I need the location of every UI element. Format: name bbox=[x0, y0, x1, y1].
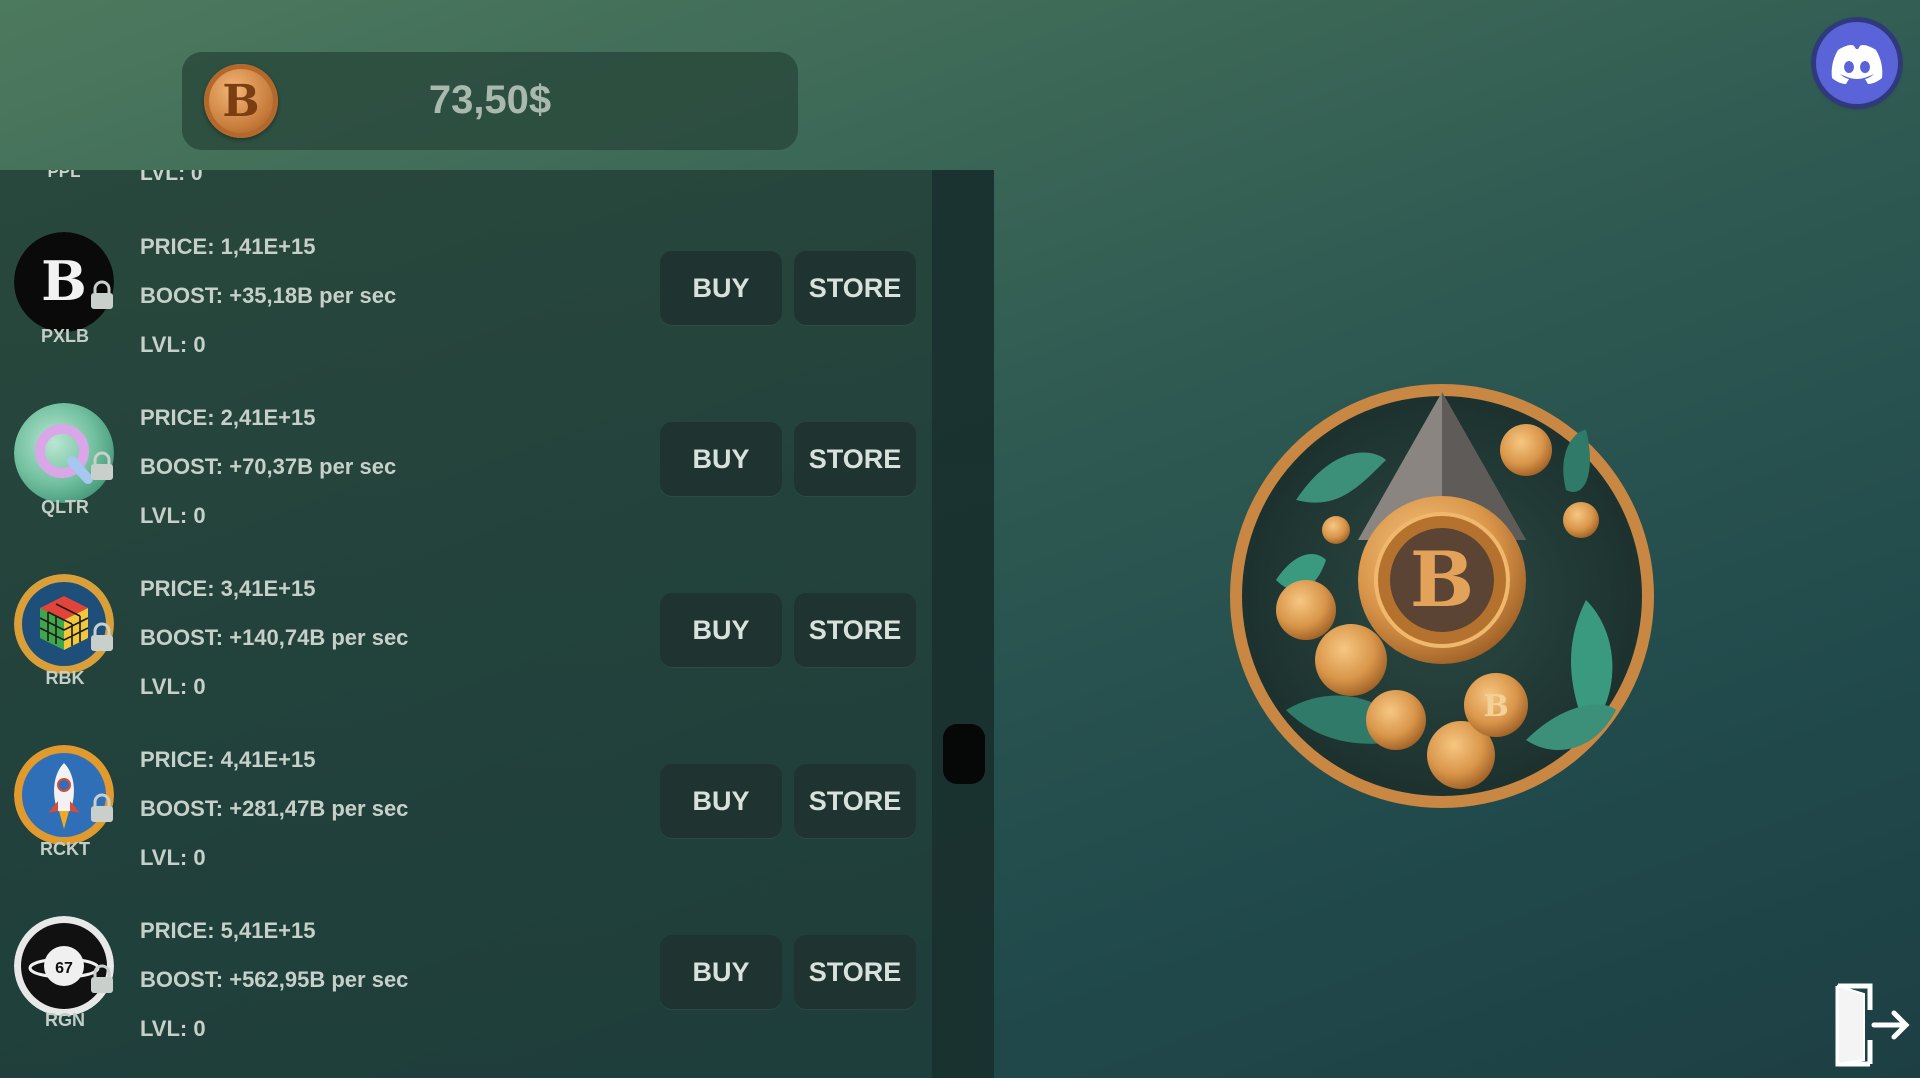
buy-button[interactable]: BUY bbox=[660, 764, 782, 838]
item-boost: BOOST: +562,95B per sec bbox=[140, 967, 409, 992]
store-button[interactable]: STORE bbox=[794, 764, 916, 838]
item-ticker: PPL bbox=[47, 170, 81, 181]
lock-icon bbox=[91, 622, 113, 651]
item-ticker: RCKT bbox=[40, 839, 90, 859]
item-price: PRICE: 5,41E+15 bbox=[140, 918, 316, 943]
item-level: LVL: 0 bbox=[140, 845, 206, 870]
svg-text:67: 67 bbox=[55, 960, 73, 977]
buy-button[interactable]: BUY bbox=[660, 593, 782, 667]
item-ticker: RGN bbox=[45, 1010, 85, 1030]
shop-scrollbar-thumb[interactable] bbox=[943, 724, 985, 784]
item-boost: BOOST: +35,18B per sec bbox=[140, 283, 397, 308]
svg-text:B: B bbox=[41, 249, 87, 313]
lock-icon bbox=[91, 793, 113, 822]
buy-button[interactable]: BUY bbox=[660, 935, 782, 1009]
lock-icon bbox=[91, 451, 113, 480]
svg-text:B: B bbox=[1483, 689, 1508, 724]
exit-button[interactable] bbox=[1830, 980, 1912, 1068]
item-ticker: QLTR bbox=[41, 497, 89, 517]
discord-button[interactable] bbox=[1816, 22, 1898, 104]
item-price: PRICE: 1,41E+15 bbox=[140, 234, 316, 259]
bitcoin-coin-icon: B bbox=[204, 64, 278, 138]
lock-icon bbox=[91, 964, 113, 993]
balance-bar: B 73,50$ bbox=[182, 52, 798, 150]
store-button[interactable]: STORE bbox=[794, 593, 916, 667]
item-price: PRICE: 2,41E+15 bbox=[140, 405, 316, 430]
shop-scrollbar-track[interactable] bbox=[932, 170, 994, 1078]
item-ticker: PXLB bbox=[40, 326, 89, 346]
item-boost: BOOST: +70,37B per sec bbox=[140, 454, 397, 479]
shop-item-rgn: 67 RGN PRICE: 5,41E+15 BOOST: +562,95B p… bbox=[0, 904, 930, 1075]
shop-panel: PPL LVL: 0 B PXLB PRICE: 1,41E+15 BOOST:… bbox=[0, 170, 994, 1078]
item-level: LVL: 0 bbox=[140, 332, 206, 357]
item-boost: BOOST: +281,47B per sec bbox=[140, 796, 409, 821]
shop-item-qltr: QLTR PRICE: 2,41E+15 BOOST: +70,37B per … bbox=[0, 391, 930, 562]
buy-button[interactable]: BUY bbox=[660, 251, 782, 325]
store-button[interactable]: STORE bbox=[794, 422, 916, 496]
item-level: LVL: 0 bbox=[140, 170, 203, 185]
store-button[interactable]: STORE bbox=[794, 935, 916, 1009]
shop-item-pxlb: B PXLB PRICE: 1,41E+15 BOOST: +35,18B pe… bbox=[0, 220, 930, 391]
item-level: LVL: 0 bbox=[140, 1016, 206, 1041]
item-price: PRICE: 4,41E+15 bbox=[140, 747, 316, 772]
item-level: LVL: 0 bbox=[140, 503, 206, 528]
item-price: PRICE: 3,41E+15 bbox=[140, 576, 316, 601]
buy-button[interactable]: BUY bbox=[660, 422, 782, 496]
lock-icon bbox=[91, 280, 113, 309]
shop-item-rbk: RBK PRICE: 3,41E+15 BOOST: +140,74B per … bbox=[0, 562, 930, 733]
item-ticker: RBK bbox=[45, 668, 85, 688]
balance-amount: 73,50$ bbox=[428, 78, 552, 122]
coin-symbol: B bbox=[1410, 535, 1474, 624]
bitcoin-big-coin-icon[interactable]: B B bbox=[1226, 380, 1658, 812]
shop-item-rckt: RCKT PRICE: 4,41E+15 BOOST: +281,47B per… bbox=[0, 733, 930, 904]
item-level: LVL: 0 bbox=[140, 674, 206, 699]
item-boost: BOOST: +140,74B per sec bbox=[140, 625, 409, 650]
discord-icon bbox=[1831, 45, 1883, 84]
exit-door-icon bbox=[1835, 983, 1910, 1067]
store-button[interactable]: STORE bbox=[794, 251, 916, 325]
shop-item-partial: PPL LVL: 0 bbox=[0, 170, 930, 192]
